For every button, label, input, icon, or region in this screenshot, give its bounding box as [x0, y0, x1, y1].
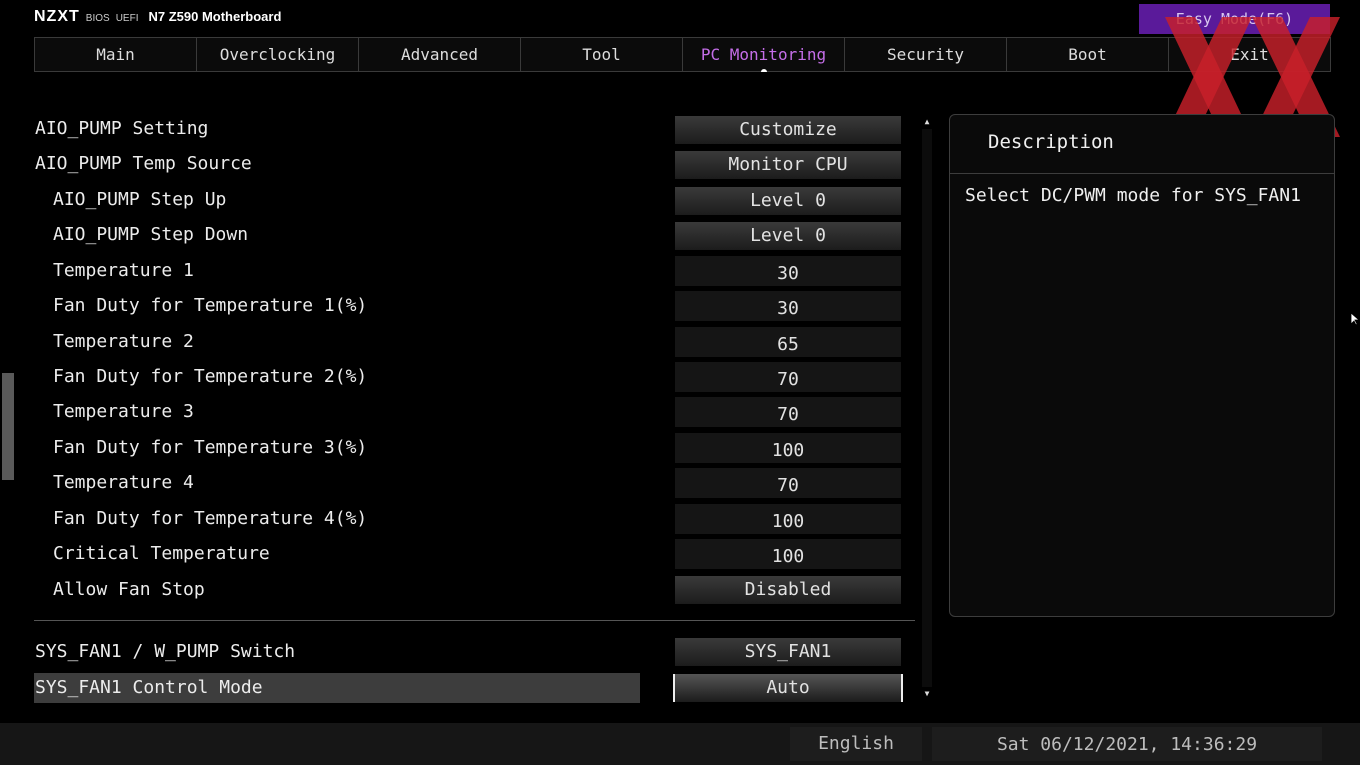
description-title: Description	[988, 131, 1114, 153]
setting-label-temperature-3: Temperature 3	[53, 401, 194, 422]
setting-label-aio-pump-step-up: AIO_PUMP Step Up	[53, 189, 227, 210]
uefi-label: UEFI	[115, 13, 139, 24]
setting-label-aio-pump-temp-source: AIO_PUMP Temp Source	[35, 153, 252, 174]
main-tab-bar: Main Overclocking Advanced Tool PC Monit…	[34, 37, 1331, 72]
setting-value-fan-duty-temp-2[interactable]: 70	[675, 362, 901, 392]
language-selector[interactable]: English	[790, 727, 922, 761]
nzxt-logo: NZXT	[34, 8, 80, 25]
setting-label-aio-pump-step-down: AIO_PUMP Step Down	[53, 224, 249, 245]
tab-exit[interactable]: Exit	[1169, 38, 1330, 71]
setting-label-temperature-4: Temperature 4	[53, 472, 194, 493]
setting-value-sys-fan1-control-mode[interactable]: Auto	[673, 674, 903, 702]
scroll-thumb[interactable]	[2, 373, 14, 480]
setting-value-sys-fan1-w-pump-switch[interactable]: SYS_FAN1	[675, 638, 901, 666]
setting-label-fan-duty-temp-2: Fan Duty for Temperature 2(%)	[53, 366, 368, 387]
board-model: N7 Z590 Motherboard	[148, 9, 282, 24]
tab-main[interactable]: Main	[35, 38, 197, 71]
setting-value-aio-pump-setting[interactable]: Customize	[675, 116, 901, 144]
scroll-track[interactable]	[922, 129, 932, 687]
setting-label-fan-duty-temp-4: Fan Duty for Temperature 4(%)	[53, 508, 368, 529]
tab-pc-monitoring[interactable]: PC Monitoring	[683, 38, 845, 72]
setting-label-aio-pump-setting: AIO_PUMP Setting	[35, 118, 209, 139]
easy-mode-button[interactable]: Easy Mode(F6)	[1139, 4, 1330, 34]
setting-value-fan-duty-temp-3[interactable]: 100	[675, 433, 901, 463]
setting-value-temperature-3[interactable]: 70	[675, 397, 901, 427]
date-time-display[interactable]: Sat 06/12/2021, 14:36:29	[932, 727, 1322, 761]
setting-label-fan-duty-temp-3: Fan Duty for Temperature 3(%)	[53, 437, 368, 458]
setting-value-aio-pump-temp-source[interactable]: Monitor CPU	[675, 151, 901, 179]
setting-value-temperature-2[interactable]: 65	[675, 327, 901, 357]
tab-security[interactable]: Security	[845, 38, 1007, 71]
setting-value-temperature-4[interactable]: 70	[675, 468, 901, 498]
settings-scrollbar[interactable]: ▲ ▼	[920, 117, 934, 699]
setting-value-fan-duty-temp-1[interactable]: 30	[675, 291, 901, 321]
section-divider	[34, 620, 915, 621]
setting-label-sys-fan1-w-pump-switch: SYS_FAN1 / W_PUMP Switch	[35, 641, 296, 662]
setting-value-temperature-1[interactable]: 30	[675, 256, 901, 286]
setting-label-temperature-1: Temperature 1	[53, 260, 194, 281]
setting-value-aio-pump-step-down[interactable]: Level 0	[675, 222, 901, 250]
tab-tool[interactable]: Tool	[521, 38, 683, 71]
setting-value-critical-temperature[interactable]: 100	[675, 539, 901, 569]
setting-label-temperature-2: Temperature 2	[53, 331, 194, 352]
scroll-down-arrow-icon[interactable]: ▼	[920, 689, 934, 699]
setting-value-allow-fan-stop[interactable]: Disabled	[675, 576, 901, 604]
scroll-up-arrow-icon[interactable]: ▲	[920, 117, 934, 127]
setting-label-allow-fan-stop: Allow Fan Stop	[53, 579, 205, 600]
setting-label-sys-fan1-control-mode: SYS_FAN1 Control Mode	[34, 673, 640, 703]
tab-boot[interactable]: Boot	[1007, 38, 1169, 71]
setting-label-fan-duty-temp-1: Fan Duty for Temperature 1(%)	[53, 295, 368, 316]
tab-overclocking[interactable]: Overclocking	[197, 38, 359, 71]
bios-brand: NZXT BIOS UEFI N7 Z590 Motherboard	[34, 8, 281, 30]
bios-label: BIOS	[85, 13, 110, 24]
description-header: Description	[950, 115, 1334, 174]
setting-value-fan-duty-temp-4[interactable]: 100	[675, 504, 901, 534]
description-text: Select DC/PWM mode for SYS_FAN1	[965, 185, 1301, 206]
mouse-cursor-icon	[1350, 312, 1360, 326]
setting-label-critical-temperature: Critical Temperature	[53, 543, 270, 564]
setting-value-aio-pump-step-up[interactable]: Level 0	[675, 187, 901, 215]
description-panel: Description Select DC/PWM mode for SYS_F…	[949, 114, 1335, 617]
tab-advanced[interactable]: Advanced	[359, 38, 521, 71]
